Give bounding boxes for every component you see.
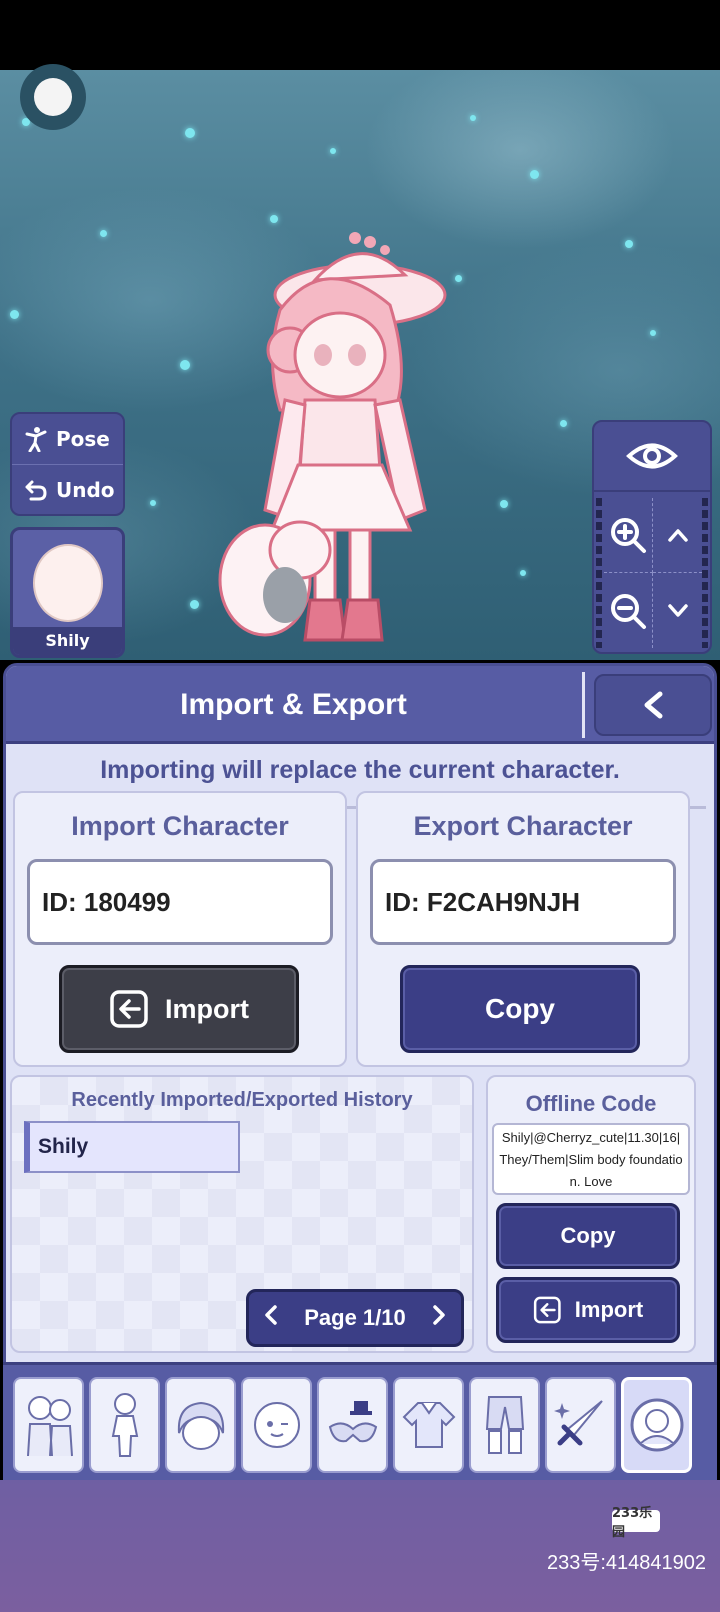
menu-button[interactable]: [20, 64, 86, 130]
history-pager: Page 1/10: [246, 1289, 464, 1347]
history-panel: Recently Imported/Exported History Shily…: [10, 1075, 474, 1353]
offline-code-panel: Offline Code Shily|@Cherryz_cute|11.30|1…: [486, 1075, 696, 1353]
bottom-icon: [485, 1396, 524, 1454]
tab-profile[interactable]: [621, 1377, 692, 1473]
export-id-field[interactable]: ID: F2CAH9NJH: [370, 859, 676, 945]
dialog-title: Import & Export: [180, 688, 407, 721]
character-slot[interactable]: Shily: [10, 527, 125, 658]
prev-page-button[interactable]: [263, 1304, 279, 1332]
import-button[interactable]: Import: [59, 965, 299, 1053]
zoom-in-button[interactable]: [604, 498, 653, 573]
copy-export-id-button[interactable]: Copy: [400, 965, 640, 1053]
tab-face[interactable]: [241, 1377, 312, 1473]
tab-accessory[interactable]: [317, 1377, 388, 1473]
import-button-label: Import: [165, 993, 249, 1024]
weapon-icon: [553, 1400, 603, 1446]
offline-code-text[interactable]: Shily|@Cherryz_cute|11.30|16|They/Them|S…: [492, 1123, 690, 1195]
import-icon: [533, 1296, 561, 1324]
toggle-ui-button[interactable]: [594, 422, 710, 492]
offline-copy-button[interactable]: Copy: [496, 1203, 680, 1269]
offline-import-label: Import: [574, 1297, 644, 1322]
chevron-right-icon: [433, 1305, 445, 1325]
offline-import-button[interactable]: Import: [496, 1277, 680, 1343]
pose-undo-panel: Pose Undo: [10, 412, 125, 516]
copy-button-label: Copy: [485, 993, 555, 1024]
character-preview: [218, 232, 447, 642]
pose-button[interactable]: Pose: [12, 414, 123, 464]
chevron-up-icon: [667, 529, 688, 542]
character-slot-name: Shily: [13, 627, 122, 655]
undo-icon: [25, 480, 47, 500]
page-indicator: Page 1/10: [304, 1305, 406, 1330]
undo-label: Undo: [56, 477, 115, 502]
pose-icon: [25, 427, 47, 452]
chevron-down-icon: [667, 603, 688, 617]
export-character-card: Export Character ID: F2CAH9NJH Copy: [356, 791, 690, 1067]
film-strip-decoration: [702, 498, 708, 648]
header-divider: [582, 672, 585, 738]
character-avatar: [33, 544, 103, 622]
pose-label: Pose: [56, 427, 110, 451]
history-item[interactable]: Shily: [24, 1121, 240, 1173]
offline-copy-label: Copy: [560, 1223, 616, 1248]
accessory-icon: [328, 1401, 377, 1443]
hair-icon: [177, 1401, 224, 1450]
face-icon: [253, 1402, 300, 1448]
import-id-field[interactable]: ID: 180499: [27, 859, 333, 945]
category-tab-bar: [3, 1362, 717, 1480]
import-character-title: Import Character: [71, 811, 289, 841]
undo-button[interactable]: Undo: [12, 464, 123, 514]
zoom-in-icon: [611, 518, 646, 553]
tab-hair[interactable]: [165, 1377, 236, 1473]
import-character-card: Import Character ID: 180499 Import: [13, 791, 347, 1067]
body-icon: [111, 1393, 138, 1457]
status-bar: [0, 0, 720, 70]
view-controls: [592, 420, 712, 654]
tab-weapon[interactable]: [545, 1377, 616, 1473]
zoom-out-button[interactable]: [604, 573, 653, 648]
tab-top[interactable]: [393, 1377, 464, 1473]
move-up-button[interactable]: [653, 498, 702, 573]
chevron-left-icon: [265, 1305, 277, 1325]
watermark-logo: 233乐园: [612, 1506, 660, 1540]
import-icon: [110, 990, 148, 1028]
watermark-id: 233号:414841902: [546, 1552, 706, 1574]
tab-group[interactable]: [13, 1377, 84, 1473]
export-character-title: Export Character: [413, 811, 633, 841]
tab-bottom[interactable]: [469, 1377, 540, 1473]
chevron-left-icon: [644, 691, 663, 719]
group-icon: [26, 1396, 73, 1457]
eye-icon: [626, 443, 678, 469]
import-warning: Importing will replace the current chara…: [100, 756, 620, 784]
zoom-out-icon: [611, 593, 646, 629]
back-button[interactable]: [594, 674, 712, 736]
history-title: Recently Imported/Exported History: [71, 1089, 413, 1111]
profile-icon: [630, 1398, 683, 1452]
dialog-header: Import & Export: [6, 666, 714, 744]
top-icon: [402, 1402, 455, 1448]
tab-body[interactable]: [89, 1377, 160, 1473]
next-page-button[interactable]: [431, 1304, 447, 1332]
circle-icon: [34, 78, 72, 116]
move-down-button[interactable]: [653, 573, 702, 648]
film-strip-decoration: [596, 498, 602, 648]
offline-code-title: Offline Code: [525, 1091, 657, 1116]
